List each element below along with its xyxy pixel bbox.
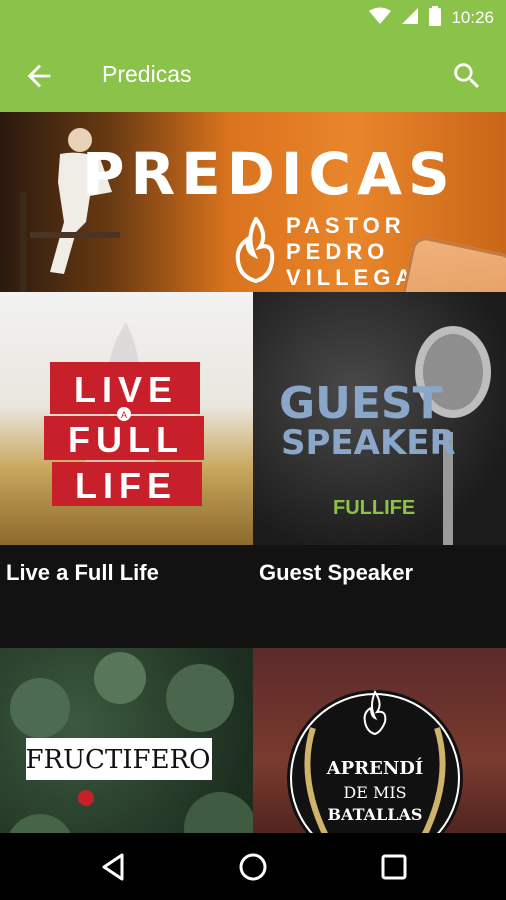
series-card-guest-speaker[interactable]: GUEST SPEAKER FULLIFE Guest Speaker (253, 292, 506, 585)
series-thumbnail: GUEST SPEAKER FULLIFE (253, 292, 506, 545)
clock: 10:26 (451, 8, 494, 27)
flame-logo-icon (232, 215, 280, 288)
art-word-live: LIVE (74, 369, 178, 410)
hero-banner[interactable]: PREDICAS PASTOR PEDRO VILLEGAS (0, 112, 506, 292)
back-triangle-icon[interactable] (98, 851, 130, 883)
art-word-speaker: SPEAKER (281, 423, 456, 463)
art-word-fullife: FULLIFE (333, 497, 415, 519)
hero-title: PREDICAS (82, 140, 456, 208)
signal-icon (401, 7, 419, 30)
series-card-live-a-full-life[interactable]: LIVE FULL LIFE A Live a Full Life (0, 292, 253, 585)
series-thumbnail: LIVE FULL LIFE A (0, 292, 253, 545)
art-word-de-mis: DE MIS (343, 783, 406, 802)
app-bar: Predicas (0, 37, 506, 112)
hero-line-pastor: PASTOR (286, 213, 406, 238)
battery-icon (429, 5, 442, 31)
art-word-full: FULL (68, 419, 184, 460)
art-word-a: A (121, 410, 127, 420)
recents-square-icon[interactable] (378, 851, 410, 883)
guest-speaker-art: GUEST SPEAKER FULLIFE (279, 326, 491, 545)
search-icon[interactable] (450, 59, 484, 93)
art-word-life: LIFE (75, 465, 177, 506)
live-full-life-art: LIVE FULL LIFE A (44, 322, 204, 506)
home-circle-icon[interactable] (237, 851, 269, 883)
status-bar: 10:26 (0, 0, 506, 37)
art-word-batallas: BATALLAS (328, 805, 423, 824)
series-title: Guest Speaker (259, 560, 414, 585)
series-title: Live a Full Life (6, 560, 159, 585)
back-arrow-icon[interactable] (22, 59, 56, 93)
wifi-icon (369, 7, 392, 30)
art-word-fructifero: FRUCTIFERO (26, 745, 211, 775)
system-navigation-bar (0, 833, 506, 900)
art-word-aprendi: APRENDÍ (326, 756, 424, 779)
art-word-guest: GUEST (279, 378, 443, 429)
page-title: Predicas (102, 61, 192, 87)
